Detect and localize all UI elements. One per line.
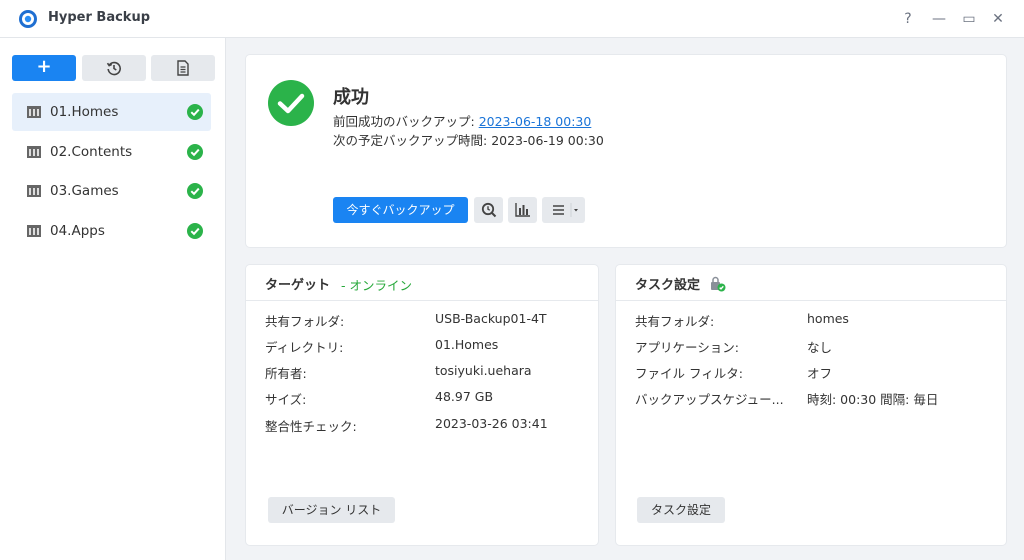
target-card-header: ターゲット - オンライン [246,265,598,301]
task-value: オフ [807,366,833,381]
menu-icon [552,203,578,217]
lock-check-icon [711,276,726,292]
backup-log-button[interactable] [151,55,215,81]
target-card: ターゲット - オンライン 共有フォルダ: USB-Backup01-4T ディ… [246,265,598,545]
target-value: 48.97 GB [435,389,494,404]
action-menu-button[interactable] [542,197,585,223]
task-value: なし [807,340,833,355]
target-key: 整合性チェック: [265,419,357,434]
task-item-04-apps[interactable]: 04.Apps [12,212,211,250]
bar-chart-icon [514,203,530,217]
backup-task-icon [27,146,41,158]
task-label: 04.Apps [50,223,105,239]
task-item-03-games[interactable]: 03.Games [12,172,211,210]
add-task-button[interactable]: + [12,55,76,81]
target-value: USB-Backup01-4T [435,311,547,326]
task-item-02-contents[interactable]: 02.Contents [12,133,211,171]
task-label: 03.Games [50,183,119,199]
next-backup-line: 次の予定バックアップ時間: 2023-06-19 00:30 [333,130,604,149]
last-backup-link[interactable]: 2023-06-18 00:30 [479,114,592,129]
task-settings-card: タスク設定 共有フォルダ: homes アプリケーション: なし ファイル フィ… [616,265,1006,545]
task-key: ファイル フィルタ: [635,366,743,381]
plus-icon: + [36,56,52,77]
restore-button[interactable] [474,197,503,223]
success-check-icon [187,104,203,120]
app-title: Hyper Backup [48,10,151,25]
minimize-button[interactable]: — [929,9,949,29]
sidebar: + 01.Homes 02.Contents 03.Games 04.Apps [0,38,226,560]
success-large-icon [268,80,314,126]
task-label: 01.Homes [50,104,119,120]
online-status: - オンライン [341,278,412,293]
target-value: 01.Homes [435,337,499,352]
task-settings-header: タスク設定 [616,265,1006,301]
backup-now-button[interactable]: 今すぐバックアップ [333,197,468,223]
task-key: アプリケーション: [635,340,739,355]
backup-task-icon [27,185,41,197]
task-key: バックアップスケジュー... [635,392,784,407]
backup-history-button[interactable] [82,55,146,81]
target-key: 所有者: [265,366,307,381]
task-item-01-homes[interactable]: 01.Homes [12,93,211,131]
backup-task-icon [27,225,41,237]
status-title: 成功 [333,87,369,108]
clock-search-icon [481,202,496,218]
success-check-icon [187,144,203,160]
success-check-icon [187,223,203,239]
last-backup-line: 前回成功のバックアップ: 2023-06-18 00:30 [333,111,591,130]
maximize-button[interactable]: ▭ [959,9,979,29]
statistics-button[interactable] [508,197,537,223]
task-settings-title: タスク設定 [635,278,701,293]
target-title: ターゲット [265,278,331,293]
backup-task-icon [27,106,41,118]
version-list-button[interactable]: バージョン リスト [268,497,395,523]
close-button[interactable]: ✕ [988,9,1008,29]
success-check-icon [187,183,203,199]
last-backup-label: 前回成功のバックアップ: [333,114,479,129]
status-card: 成功 前回成功のバックアップ: 2023-06-18 00:30 次の予定バック… [246,55,1006,247]
title-bar: Hyper Backup ? — ▭ ✕ [0,0,1024,38]
task-value: 時刻: 00:30 間隔: 毎日 [807,392,939,407]
document-icon [177,60,189,76]
target-key: 共有フォルダ: [265,314,345,329]
next-backup-label: 次の予定バックアップ時間: [333,133,492,148]
next-backup-value: 2023-06-19 00:30 [491,133,604,148]
hyper-backup-logo-icon [19,10,37,28]
task-key: 共有フォルダ: [635,314,715,329]
target-value: 2023-03-26 03:41 [435,416,548,431]
target-value: tosiyuki.uehara [435,363,532,378]
target-key: サイズ: [265,392,307,407]
task-value: homes [807,311,849,326]
target-key: ディレクトリ: [265,340,344,355]
task-settings-button[interactable]: タスク設定 [637,497,725,523]
history-icon [106,61,121,76]
help-button[interactable]: ? [898,9,918,29]
task-label: 02.Contents [50,144,133,160]
